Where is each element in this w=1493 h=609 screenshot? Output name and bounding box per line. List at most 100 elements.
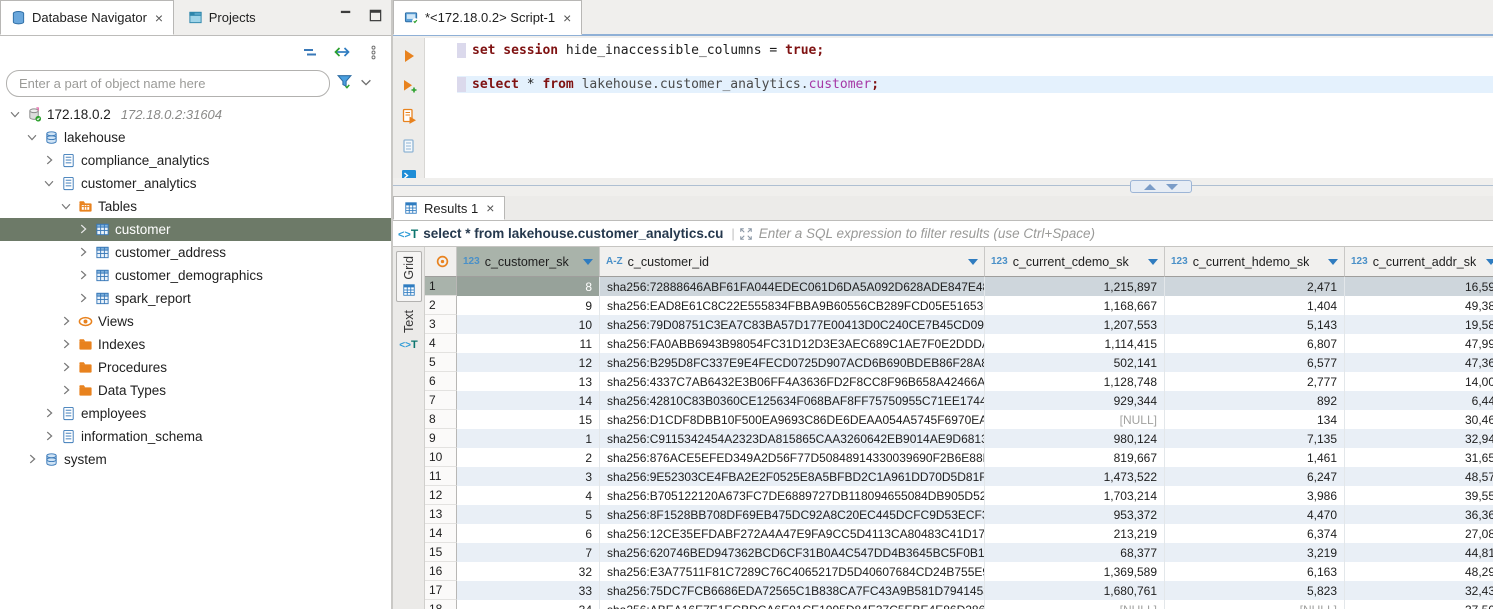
cell-c_current_addr_sk[interactable]: 47,36 bbox=[1345, 353, 1493, 372]
cell-c_current_addr_sk[interactable]: 30,46 bbox=[1345, 410, 1493, 429]
tree-item-data-types[interactable]: Data Types bbox=[0, 379, 391, 402]
overflow-menu-icon[interactable] bbox=[366, 45, 381, 60]
execute-script-icon[interactable] bbox=[401, 108, 417, 124]
cell-c_customer_sk[interactable]: 33 bbox=[457, 581, 600, 600]
collapse-all-icon[interactable] bbox=[302, 44, 318, 60]
minimize-icon[interactable] bbox=[339, 8, 354, 23]
cell-c_current_hdemo_sk[interactable]: 6,807 bbox=[1165, 334, 1345, 353]
tree-item-spark-report[interactable]: spark_report bbox=[0, 287, 391, 310]
cell-c_customer_id[interactable]: sha256:FA0ABB6943B98054FC31D12D3E3AEC689… bbox=[600, 334, 985, 353]
tree-item-procedures[interactable]: Procedures bbox=[0, 356, 391, 379]
cell-c_current_hdemo_sk[interactable]: 5,143 bbox=[1165, 315, 1345, 334]
cell-c_current_cdemo_sk[interactable]: 1,114,415 bbox=[985, 334, 1165, 353]
cell-c_current_cdemo_sk[interactable]: 1,215,897 bbox=[985, 277, 1165, 296]
cell-c_customer_sk[interactable]: 9 bbox=[457, 296, 600, 315]
cell-c_current_addr_sk[interactable]: 32,43 bbox=[1345, 581, 1493, 600]
cell-c_current_cdemo_sk[interactable]: 1,168,667 bbox=[985, 296, 1165, 315]
row-number[interactable]: 9 bbox=[425, 429, 457, 448]
chevron-down-icon[interactable] bbox=[59, 199, 75, 215]
chevron-right-icon[interactable] bbox=[59, 314, 75, 330]
tree-item-172-18-0-2[interactable]: 172.18.0.2172.18.0.2:31604 bbox=[0, 103, 391, 126]
row-number[interactable]: 3 bbox=[425, 315, 457, 334]
collapse-down-icon[interactable] bbox=[1166, 184, 1178, 190]
cell-c_customer_id[interactable]: sha256:4337C7AB6432E3B06FF4A3636FD2F8CC8… bbox=[600, 372, 985, 391]
expand-filter-icon[interactable] bbox=[739, 227, 753, 241]
cell-c_current_hdemo_sk[interactable]: 3,219 bbox=[1165, 543, 1345, 562]
cell-c_current_cdemo_sk[interactable]: 213,219 bbox=[985, 524, 1165, 543]
column-header-c_current_cdemo_sk[interactable]: 123c_current_cdemo_sk bbox=[985, 247, 1165, 277]
cell-c_current_cdemo_sk[interactable]: 1,128,748 bbox=[985, 372, 1165, 391]
row-number[interactable]: 11 bbox=[425, 467, 457, 486]
cell-c_current_addr_sk[interactable]: 39,55 bbox=[1345, 486, 1493, 505]
cell-c_current_addr_sk[interactable]: 19,58 bbox=[1345, 315, 1493, 334]
cell-c_current_hdemo_sk[interactable]: 6,374 bbox=[1165, 524, 1345, 543]
close-icon[interactable]: × bbox=[563, 10, 571, 26]
cell-c_current_hdemo_sk[interactable]: 2,777 bbox=[1165, 372, 1345, 391]
cell-c_customer_id[interactable]: sha256:B705122120A673FC7DE6889727DB11809… bbox=[600, 486, 985, 505]
cell-c_customer_sk[interactable]: 15 bbox=[457, 410, 600, 429]
cell-c_customer_sk[interactable]: 12 bbox=[457, 353, 600, 372]
cell-c_customer_sk[interactable]: 6 bbox=[457, 524, 600, 543]
cell-c_customer_sk[interactable]: 11 bbox=[457, 334, 600, 353]
tree-item-lakehouse[interactable]: lakehouse bbox=[0, 126, 391, 149]
cell-c_current_addr_sk[interactable]: 27,08 bbox=[1345, 524, 1493, 543]
editor-results-splitter[interactable] bbox=[393, 178, 1493, 196]
column-menu-arrow-icon[interactable] bbox=[583, 259, 593, 265]
column-header-c_customer_id[interactable]: A-Zc_customer_id bbox=[600, 247, 985, 277]
row-number[interactable]: 16 bbox=[425, 562, 457, 581]
cell-c_current_cdemo_sk[interactable]: [NULL] bbox=[985, 410, 1165, 429]
cell-c_current_hdemo_sk[interactable]: 4,470 bbox=[1165, 505, 1345, 524]
grid-row-1[interactable]: 18sha256:72888646ABF61FA044EDEC061D6DA5A… bbox=[425, 277, 1493, 296]
chevron-right-icon[interactable] bbox=[42, 406, 58, 422]
cell-c_customer_id[interactable]: sha256:876ACE5EFED349A2D56F77D5084891433… bbox=[600, 448, 985, 467]
cell-c_current_cdemo_sk[interactable]: 819,667 bbox=[985, 448, 1165, 467]
chevron-right-icon[interactable] bbox=[25, 452, 41, 468]
cell-c_current_hdemo_sk[interactable]: 6,577 bbox=[1165, 353, 1345, 372]
tree-item-customer-demographics[interactable]: customer_demographics bbox=[0, 264, 391, 287]
row-number[interactable]: 5 bbox=[425, 353, 457, 372]
cell-c_current_cdemo_sk[interactable]: 68,377 bbox=[985, 543, 1165, 562]
tree-item-customer-analytics[interactable]: customer_analytics bbox=[0, 172, 391, 195]
grid-row-12[interactable]: 124sha256:B705122120A673FC7DE6889727DB11… bbox=[425, 486, 1493, 505]
execute-statement-icon[interactable] bbox=[401, 48, 417, 64]
cell-c_current_addr_sk[interactable]: 31,65 bbox=[1345, 448, 1493, 467]
row-number[interactable]: 10 bbox=[425, 448, 457, 467]
cell-c_customer_id[interactable]: sha256:42810C83B0360CE125634F068BAF8FF75… bbox=[600, 391, 985, 410]
tree-item-compliance-analytics[interactable]: compliance_analytics bbox=[0, 149, 391, 172]
explain-plan-icon[interactable] bbox=[401, 138, 417, 154]
row-number[interactable]: 13 bbox=[425, 505, 457, 524]
cell-c_customer_id[interactable]: sha256:B295D8FC337E9E4FECD0725D907ACD6B6… bbox=[600, 353, 985, 372]
row-number[interactable]: 17 bbox=[425, 581, 457, 600]
row-number[interactable]: 8 bbox=[425, 410, 457, 429]
row-number[interactable]: 15 bbox=[425, 543, 457, 562]
cell-c_current_cdemo_sk[interactable]: 1,680,761 bbox=[985, 581, 1165, 600]
row-number[interactable]: 2 bbox=[425, 296, 457, 315]
cell-c_current_addr_sk[interactable]: 48,57 bbox=[1345, 467, 1493, 486]
grid-row-5[interactable]: 512sha256:B295D8FC337E9E4FECD0725D907ACD… bbox=[425, 353, 1493, 372]
cell-c_current_cdemo_sk[interactable]: 1,207,553 bbox=[985, 315, 1165, 334]
cell-c_customer_id[interactable]: sha256:D1CDF8DBB10F500EA9693C86DE6DEAA05… bbox=[600, 410, 985, 429]
cell-c_customer_id[interactable]: sha256:E3A77511F81C7289C76C4065217D5D406… bbox=[600, 562, 985, 581]
row-number[interactable]: 12 bbox=[425, 486, 457, 505]
cell-c_current_hdemo_sk[interactable]: 892 bbox=[1165, 391, 1345, 410]
cell-c_customer_id[interactable]: sha256:9E52303CE4FBA2E2F0525E8A5BFBD2C1A… bbox=[600, 467, 985, 486]
cell-c_customer_id[interactable]: sha256:C9115342454A2323DA815865CAA326064… bbox=[600, 429, 985, 448]
grid-row-7[interactable]: 714sha256:42810C83B0360CE125634F068BAF8F… bbox=[425, 391, 1493, 410]
chevron-down-icon[interactable] bbox=[8, 107, 24, 123]
chevron-right-icon[interactable] bbox=[42, 429, 58, 445]
chevron-right-icon[interactable] bbox=[76, 245, 92, 261]
grid-row-13[interactable]: 135sha256:8F1528BB708DF69EB475DC92A8C20E… bbox=[425, 505, 1493, 524]
cell-c_current_cdemo_sk[interactable]: 953,372 bbox=[985, 505, 1165, 524]
cell-c_customer_id[interactable]: sha256:620746BED947362BCD6CF31B0A4C547DD… bbox=[600, 543, 985, 562]
column-header-c_current_hdemo_sk[interactable]: 123c_current_hdemo_sk bbox=[1165, 247, 1345, 277]
cell-c_current_addr_sk[interactable]: 36,36 bbox=[1345, 505, 1493, 524]
cell-c_current_addr_sk[interactable]: 49,38 bbox=[1345, 296, 1493, 315]
link-with-editor-icon[interactable] bbox=[334, 44, 350, 60]
collapse-up-icon[interactable] bbox=[1144, 184, 1156, 190]
row-number[interactable]: 7 bbox=[425, 391, 457, 410]
row-number[interactable]: 6 bbox=[425, 372, 457, 391]
cell-c_customer_id[interactable]: sha256:79D08751C3EA7C83BA57D177E00413D0C… bbox=[600, 315, 985, 334]
cell-c_current_addr_sk[interactable]: 32,94 bbox=[1345, 429, 1493, 448]
cell-c_current_hdemo_sk[interactable]: 7,135 bbox=[1165, 429, 1345, 448]
column-menu-arrow-icon[interactable] bbox=[1328, 259, 1338, 265]
